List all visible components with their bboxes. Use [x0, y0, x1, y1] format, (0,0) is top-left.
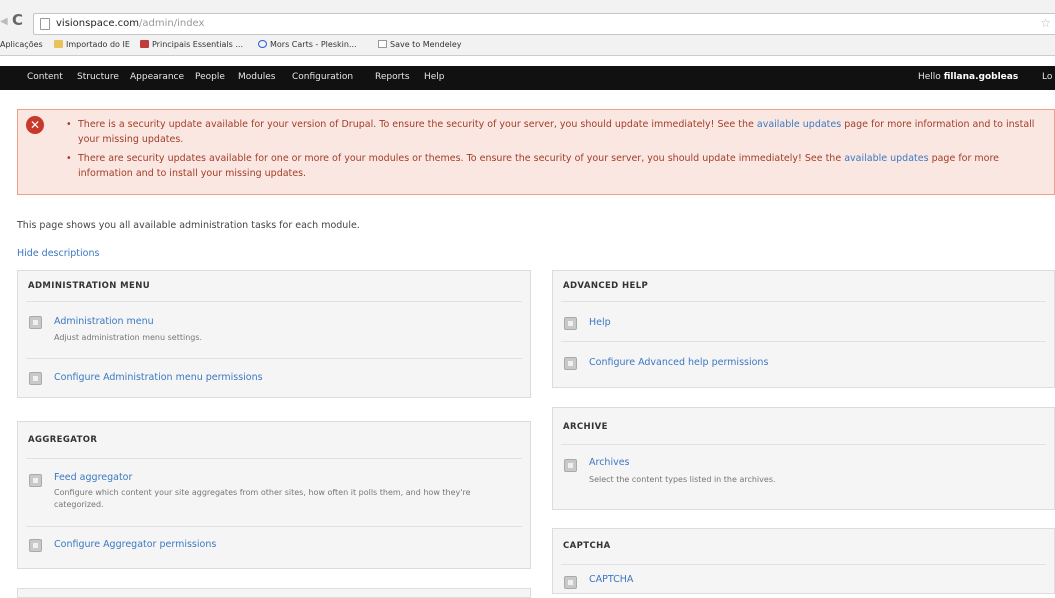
greeting-prefix: Hello	[918, 72, 941, 82]
bookmark-label: Mors Carts - Pleskin...	[270, 40, 357, 49]
config-icon	[29, 316, 42, 329]
panel-title: ADMINISTRATION MENU	[28, 281, 151, 291]
administration-menu-link[interactable]: Administration menu	[54, 316, 154, 327]
configure-advanced-help-permissions-link[interactable]: Configure Advanced help permissions	[589, 357, 768, 368]
panel-title: ADVANCED HELP	[563, 281, 649, 291]
entry-description: Select the content types listed in the a…	[589, 475, 776, 484]
site-favicon-icon	[140, 40, 149, 48]
username-link[interactable]: fillana.gobleas	[944, 72, 1019, 82]
divider	[561, 341, 1046, 342]
error-text: There is a security update available for…	[78, 119, 754, 130]
url-input[interactable]: visionspace.com/admin/index ☆	[33, 13, 1055, 35]
config-icon	[29, 539, 42, 552]
panel-title: CAPTCHA	[563, 541, 611, 551]
logout-link[interactable]: Lo	[1042, 72, 1052, 82]
configure-aggregator-permissions-link[interactable]: Configure Aggregator permissions	[54, 539, 216, 550]
toolbar-item-appearance[interactable]: Appearance	[130, 72, 184, 82]
bookmark-essentials[interactable]: Principais Essentials ...	[140, 40, 243, 49]
available-updates-link[interactable]: available updates	[844, 153, 928, 164]
folder-icon	[54, 40, 63, 48]
toolbar-item-content[interactable]: Content	[27, 72, 63, 82]
divider	[26, 301, 522, 302]
config-icon	[564, 459, 577, 472]
bookmark-mendeley[interactable]: Save to Mendeley	[378, 40, 462, 49]
divider	[26, 526, 522, 527]
bookmark-apps[interactable]: Aplicações	[0, 40, 43, 49]
url-host: visionspace.com	[56, 18, 140, 29]
panel-next	[17, 588, 531, 598]
captcha-link[interactable]: CAPTCHA	[589, 574, 633, 585]
panel-advanced-help: ADVANCED HELP Help Configure Advanced he…	[552, 270, 1055, 388]
panel-archive: ARCHIVE Archives Select the content type…	[552, 407, 1055, 510]
error-message-item: There are security updates available for…	[66, 151, 1051, 181]
toolbar-item-configuration[interactable]: Configuration	[292, 72, 353, 82]
panel-aggregator: AGGREGATOR Feed aggregator Configure whi…	[17, 421, 531, 569]
circle-favicon-icon	[258, 40, 267, 48]
divider	[561, 564, 1046, 565]
help-link[interactable]: Help	[589, 317, 611, 328]
page-icon	[378, 40, 387, 48]
toolbar-item-modules[interactable]: Modules	[238, 72, 275, 82]
bookmark-imported[interactable]: Importado do IE	[54, 40, 130, 49]
page-intro: This page shows you all available admini…	[17, 220, 360, 231]
error-x-icon: ✕	[26, 116, 44, 134]
error-list: There is a security update available for…	[66, 117, 1051, 185]
config-icon	[564, 576, 577, 589]
error-messages: ✕ There is a security update available f…	[17, 109, 1055, 195]
url-text: visionspace.com/admin/index	[56, 18, 204, 29]
back-icon[interactable]: ◀	[0, 16, 8, 27]
toolbar-item-people[interactable]: People	[195, 72, 225, 82]
admin-toolbar: Content Structure Appearance People Modu…	[0, 66, 1055, 90]
toolbar-item-reports[interactable]: Reports	[375, 72, 410, 82]
config-icon	[29, 474, 42, 487]
user-greeting: Hello fillana.gobleas	[918, 72, 1018, 82]
bookmark-mors[interactable]: Mors Carts - Pleskin...	[258, 40, 357, 49]
url-path: /admin/index	[139, 18, 205, 29]
config-icon	[564, 357, 577, 370]
toolbar-item-help[interactable]: Help	[424, 72, 445, 82]
archives-link[interactable]: Archives	[589, 457, 630, 468]
entry-description: Configure which content your site aggreg…	[54, 488, 471, 509]
bookmarks-bar: Aplicações Importado do IE Principais Es…	[0, 36, 1055, 56]
bookmark-label: Importado do IE	[66, 40, 130, 49]
feed-aggregator-link[interactable]: Feed aggregator	[54, 472, 132, 483]
configure-admin-menu-permissions-link[interactable]: Configure Administration menu permission…	[54, 372, 263, 383]
divider	[26, 458, 522, 459]
config-icon	[564, 317, 577, 330]
divider	[561, 301, 1046, 302]
panel-title: ARCHIVE	[563, 422, 608, 432]
error-text: There are security updates available for…	[78, 153, 842, 164]
bookmark-star-icon[interactable]: ☆	[1040, 16, 1051, 30]
panel-administration-menu: ADMINISTRATION MENU Administration menu …	[17, 270, 531, 398]
bookmark-label: Save to Mendeley	[390, 40, 462, 49]
page-icon	[40, 18, 50, 30]
entry-description: Adjust administration menu settings.	[54, 333, 203, 342]
bookmark-label: Aplicações	[0, 40, 43, 49]
browser-address-bar: ◀ C visionspace.com/admin/index ☆	[0, 0, 1055, 36]
panel-title: AGGREGATOR	[28, 435, 98, 445]
divider	[561, 444, 1046, 445]
reload-icon[interactable]: C	[12, 11, 23, 29]
error-message-item: There is a security update available for…	[66, 117, 1051, 147]
config-icon	[29, 372, 42, 385]
available-updates-link[interactable]: available updates	[757, 119, 841, 130]
toolbar-item-structure[interactable]: Structure	[77, 72, 119, 82]
divider	[26, 358, 522, 359]
panel-captcha: CAPTCHA CAPTCHA	[552, 528, 1055, 594]
bookmark-label: Principais Essentials ...	[152, 40, 244, 49]
hide-descriptions-link[interactable]: Hide descriptions	[17, 248, 99, 259]
